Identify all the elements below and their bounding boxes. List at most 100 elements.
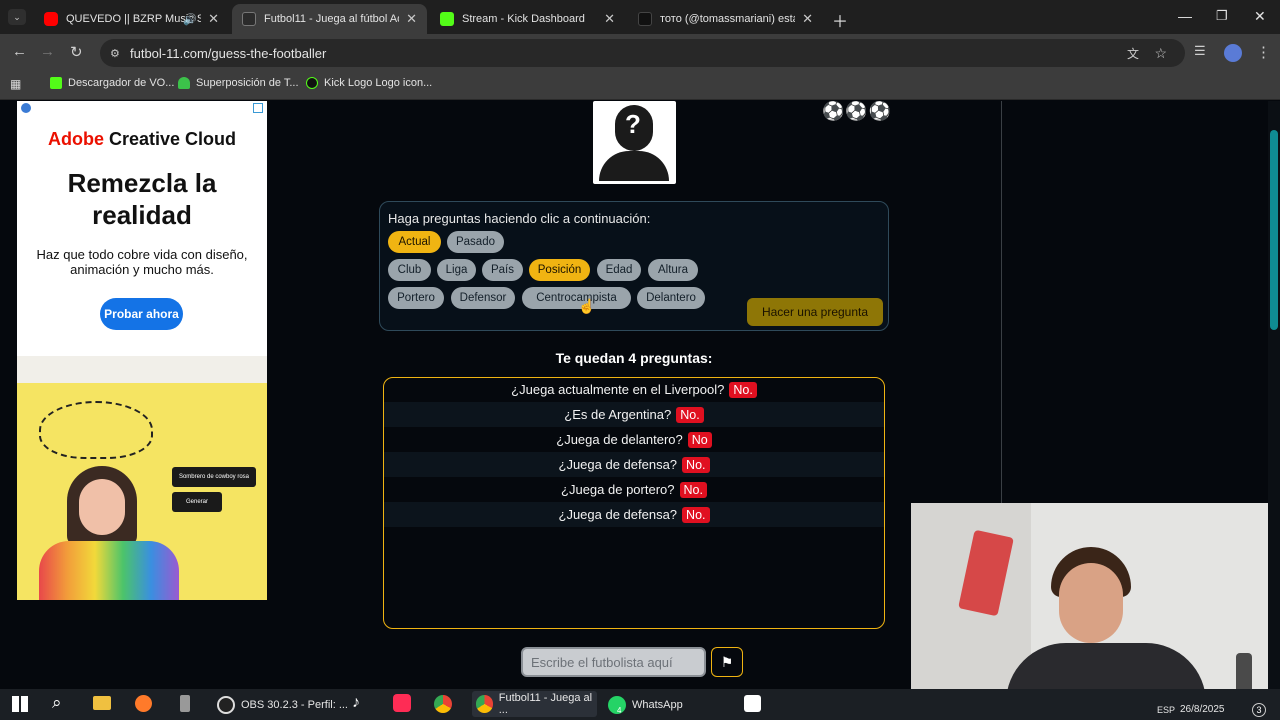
ad-sky [17, 356, 267, 386]
tab-label: Stream - Kick Dashboard [462, 13, 585, 25]
speaker-icon: 🔊 [183, 13, 197, 26]
tab-kick[interactable]: Stream - Kick Dashboard ✕ [430, 4, 625, 34]
tab-label: QUEVEDO || BZRP Music Se [66, 13, 201, 25]
futbol11-icon [242, 12, 256, 26]
ad-cta-button[interactable]: Probar ahora [100, 298, 183, 330]
tiktok-icon[interactable]: ♪ [352, 694, 360, 712]
chip-portero[interactable]: Portero [388, 287, 444, 309]
lives-balls: ⚽⚽⚽ [822, 101, 893, 121]
taskbar-whatsapp-label: WhatsApp [632, 699, 683, 711]
close-icon[interactable]: ✕ [208, 11, 219, 27]
ad-headline: Remezcla la realidad [67, 168, 217, 230]
taskbar-obs[interactable]: OBS 30.2.3 - Perfil: ... [217, 695, 348, 715]
silhouette-body [599, 151, 669, 181]
ask-question-button[interactable]: Hacer una pregunta [747, 298, 883, 326]
profile-icon[interactable] [1224, 44, 1242, 62]
url-text: futbol-11.com/guess-the-footballer [130, 45, 327, 61]
ad-banner[interactable]: Adobe Creative Cloud Remezcla la realida… [17, 101, 267, 600]
tiktok-live-icon[interactable] [393, 694, 411, 712]
tab-futbol11[interactable]: Futbol11 - Juega al fútbol Adiv ✕ [232, 4, 427, 34]
guess-input[interactable]: Escribe el futbolista aquí [521, 647, 706, 677]
bookmark-item[interactable]: Superposición de T... [178, 77, 299, 89]
bookmark-item[interactable]: Kick Logo Logo icon... [306, 77, 432, 89]
chip-centrocampista[interactable]: Centrocampista [522, 287, 631, 309]
history-answer: No. [682, 456, 710, 473]
reload-icon[interactable]: ↻ [70, 43, 83, 61]
ad-generate-label: Generar [185, 499, 208, 505]
cowboy-hat-outline [39, 401, 153, 459]
menu-icon[interactable]: ⋮ [1256, 43, 1271, 61]
chip-defensor[interactable]: Defensor [451, 287, 515, 309]
close-icon[interactable]: ✕ [604, 11, 615, 27]
kick-icon [50, 77, 62, 89]
forward-icon[interactable]: → [40, 43, 55, 60]
new-tab-button[interactable]: ＋ [832, 8, 848, 32]
bookmark-item[interactable]: Descargador de VO... [50, 77, 174, 89]
history-answer: No. [679, 481, 707, 498]
tiktok-icon [638, 12, 652, 26]
kick-icon [440, 12, 454, 26]
android-icon [178, 77, 190, 89]
translate-icon[interactable]: 文 [1127, 45, 1139, 62]
webcam-overlay [911, 503, 1268, 703]
apps-icon[interactable]: ▦ [10, 77, 21, 91]
history-question: ¿Es de Argentina? [564, 407, 672, 422]
tray-lang[interactable]: ESP [1157, 705, 1175, 715]
give-up-flag-button[interactable]: ⚑ [711, 647, 743, 677]
taskbar-chrome-window[interactable]: Futbol11 - Juega al ... [472, 691, 597, 717]
chip-edad[interactable]: Edad [597, 259, 641, 281]
history-question: ¿Juega de portero? [561, 482, 675, 497]
notification-badge[interactable]: 3 [1252, 703, 1266, 717]
chip-actual[interactable]: Actual [388, 231, 441, 253]
chip-liga[interactable]: Liga [437, 259, 476, 281]
site-info-icon[interactable]: ⚙ [110, 47, 120, 60]
minimize-button[interactable]: — [1178, 8, 1192, 24]
back-icon[interactable]: ← [12, 43, 27, 60]
history-answer: No [687, 431, 712, 448]
file-explorer-icon[interactable] [93, 696, 111, 710]
tab-tiktok[interactable]: тото (@tomassmariani) está en ✕ [628, 4, 823, 34]
history-row: ¿Juega de delantero? No [384, 427, 884, 452]
chip-posicion[interactable]: Posición [529, 259, 590, 281]
chip-pais[interactable]: País [482, 259, 523, 281]
chip-delantero[interactable]: Delantero [637, 287, 705, 309]
chrome-icon [476, 695, 493, 713]
chip-club[interactable]: Club [388, 259, 431, 281]
adchoices-icon[interactable] [21, 103, 31, 113]
tab-youtube[interactable]: QUEVEDO || BZRP Music Se 🔊 ✕ [34, 4, 229, 34]
address-bar[interactable]: ⚙ futbol-11.com/guess-the-footballer 文 ☆ [100, 39, 1185, 67]
chip-altura[interactable]: Altura [648, 259, 698, 281]
bookmark-label: Descargador de VO... [68, 77, 175, 89]
chip-pasado[interactable]: Pasado [447, 231, 504, 253]
kick-logo-icon [306, 77, 318, 89]
firefox-icon[interactable] [135, 695, 152, 712]
history-row: ¿Juega de defensa? No. [384, 502, 884, 527]
obs-icon [217, 696, 235, 714]
content-divider [1001, 101, 1002, 505]
taskbar-date[interactable]: 26/8/2025 [1180, 704, 1225, 715]
ad-info-icon[interactable] [253, 103, 263, 113]
close-window-button[interactable]: ✕ [1254, 8, 1266, 25]
usb-device-icon[interactable] [180, 695, 190, 712]
bookmark-star-icon[interactable]: ☆ [1154, 45, 1167, 62]
chrome-icon[interactable] [434, 695, 452, 713]
questions-remaining: Te quedan 4 preguntas: [555, 350, 713, 366]
taskbar-obs-label: OBS 30.2.3 - Perfil: ... [241, 699, 348, 711]
history-answer: No. [682, 506, 710, 523]
maximize-button[interactable]: ❐ [1216, 8, 1228, 24]
whatsapp-badge: 4 [617, 706, 622, 715]
history-question: ¿Juega de defensa? [558, 457, 678, 472]
capcut-icon[interactable] [744, 695, 761, 712]
ad-prompt-text: Sombrero de cowboy rosa [178, 474, 250, 480]
search-icon[interactable]: ⌕ [52, 693, 62, 713]
tab-search-button[interactable]: ⌄ [8, 9, 26, 25]
close-icon[interactable]: ✕ [406, 11, 417, 27]
taskbar-chrome-label: Futbol11 - Juega al ... [498, 692, 593, 716]
reading-list-icon[interactable]: ☰ [1194, 43, 1206, 59]
windows-start-icon[interactable] [12, 696, 28, 712]
tab-label: Futbol11 - Juega al fútbol Adiv [264, 13, 399, 25]
ad-sweater [39, 541, 179, 600]
close-icon[interactable]: ✕ [802, 11, 813, 27]
scrollbar-thumb[interactable] [1270, 130, 1278, 330]
bookmark-label: Superposición de T... [196, 77, 299, 89]
